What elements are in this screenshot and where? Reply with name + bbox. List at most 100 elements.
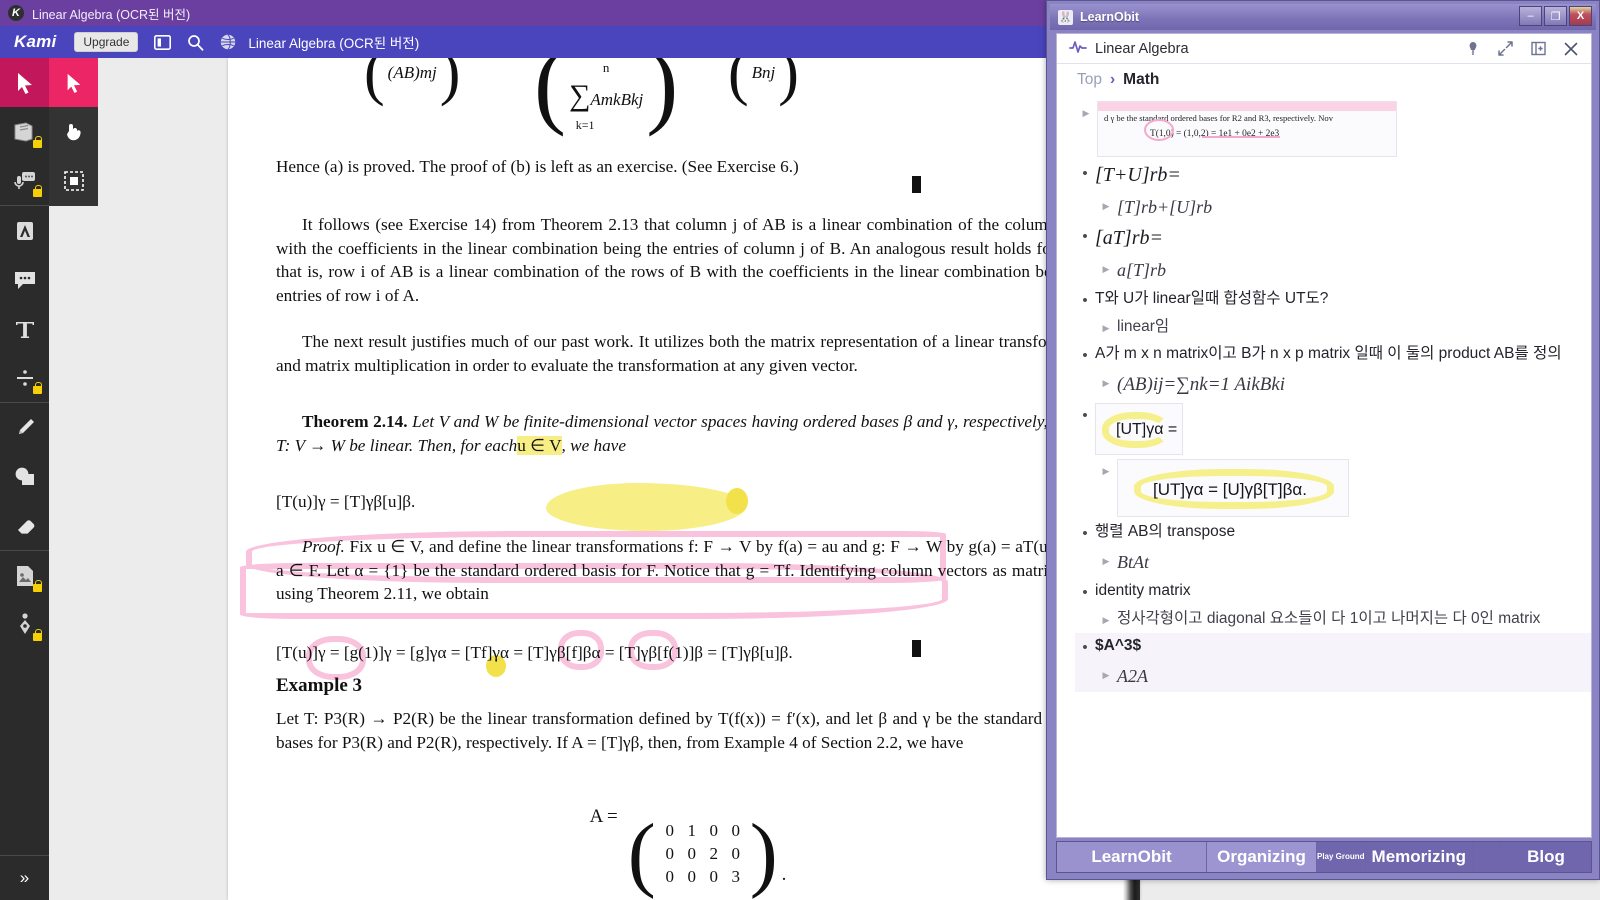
maximize-button[interactable]: ❐ bbox=[1544, 6, 1567, 26]
kami-logo[interactable]: Kami bbox=[14, 32, 56, 52]
expand-triangle-icon[interactable]: ▶ bbox=[1095, 371, 1117, 391]
list-subitem[interactable]: ▶ linear임 bbox=[1075, 314, 1591, 340]
bullet-icon: • bbox=[1082, 583, 1088, 601]
list-subitem[interactable]: ▶ [T]rb+[U]rb bbox=[1075, 192, 1591, 222]
sidebar-toggle-icon[interactable] bbox=[154, 34, 172, 50]
breadcrumb-root[interactable]: Top bbox=[1077, 71, 1102, 89]
tool-signature[interactable] bbox=[0, 600, 49, 649]
doc-matrix-top: ((AB)mj) ( ⋮ n ∑AmkBkj k=1 ) (Bnj) bbox=[276, 58, 1100, 170]
expand-arrows-icon[interactable] bbox=[1493, 41, 1518, 56]
matrix-period: . bbox=[781, 864, 787, 885]
breadcrumb-current[interactable]: Math bbox=[1123, 71, 1159, 89]
expand-triangle-icon[interactable]: ▶ bbox=[1095, 549, 1117, 569]
close-icon[interactable] bbox=[1559, 42, 1583, 56]
clipped-image-answer[interactable]: [UT]γα = [U]γβ[T]βα. bbox=[1117, 458, 1349, 517]
tool-eraser[interactable] bbox=[0, 501, 49, 550]
expand-triangle-icon[interactable]: ▶ bbox=[1095, 316, 1117, 336]
expand-triangle-icon[interactable]: ▶ bbox=[1095, 194, 1117, 214]
kami-tool-rail: » bbox=[0, 58, 49, 900]
bottom-nav-playground[interactable]: Play Ground bbox=[1317, 842, 1366, 872]
split-pane-icon[interactable] bbox=[1526, 41, 1551, 56]
list-item[interactable]: • $A^3$ bbox=[1075, 632, 1591, 662]
bottom-nav-organizing[interactable]: Organizing bbox=[1207, 842, 1317, 872]
item-answer: linear임 bbox=[1117, 318, 1170, 336]
learnobit-title-bar[interactable]: 🐰 LearnObit – ❐ X bbox=[1050, 4, 1596, 30]
item-question: [T+U]rb= bbox=[1095, 164, 1181, 186]
expand-triangle-icon[interactable]: ▶ bbox=[1095, 257, 1117, 277]
clipped-image[interactable]: d γ be the standard ordered bases for R2… bbox=[1097, 101, 1397, 157]
window-controls: – ❐ X bbox=[1519, 6, 1592, 26]
bottom-nav-memorizing[interactable]: Memorizing bbox=[1365, 842, 1473, 872]
doc-example-3: Example 3 Let T: P3(R) → P2(R) be the li… bbox=[276, 673, 1100, 754]
list-subitem[interactable]: ▶ 정사각형이고 diagonal 요소들이 다 1이고 나머지는 다 0인 m… bbox=[1075, 606, 1591, 632]
item-question: $A^3$ bbox=[1095, 636, 1142, 654]
close-button[interactable]: X bbox=[1569, 6, 1592, 26]
doc-theorem-formula: [T(u)]γ = [T]γβ[u]β. bbox=[276, 490, 1100, 514]
list-item[interactable]: • T와 U가 linear일때 합성함수 UT도? bbox=[1075, 286, 1591, 315]
rail-expand-button[interactable]: » bbox=[0, 855, 49, 900]
list-subitem[interactable]: ▶ BtAt bbox=[1075, 547, 1591, 577]
upgrade-button[interactable]: Upgrade bbox=[74, 32, 139, 52]
list-subitem[interactable]: ▶ [UT]γα = [U]γβ[T]βα. bbox=[1075, 457, 1591, 519]
clipped-image-question[interactable]: [UT]γα = bbox=[1095, 402, 1183, 455]
expand-triangle-icon[interactable]: ▶ bbox=[1095, 608, 1117, 628]
tool-cursor-select[interactable] bbox=[0, 58, 49, 107]
kami-document-name: Linear Algebra (OCR된 버전) bbox=[248, 36, 420, 51]
tool-comment[interactable] bbox=[0, 255, 49, 304]
doc-proof-formula: [T(u)]γ = [g(1)]γ = [g]γα = [Tf]γα = [T]… bbox=[276, 641, 1100, 665]
list-subitem[interactable]: ▶ A2A bbox=[1075, 661, 1591, 692]
tool-shapes[interactable] bbox=[0, 452, 49, 501]
clip-pen-underline bbox=[1202, 136, 1280, 138]
learnobit-item-list[interactable]: ▶ d γ be the standard ordered bases for … bbox=[1057, 99, 1591, 837]
list-subitem[interactable]: ▶ a[T]rb bbox=[1075, 255, 1591, 285]
lock-icon bbox=[33, 136, 42, 148]
list-item[interactable]: • [T+U]rb= bbox=[1075, 159, 1591, 192]
tool-pan-hand[interactable] bbox=[49, 107, 98, 156]
learnobit-tab-bar: Linear Algebra bbox=[1057, 34, 1591, 64]
bottom-nav-blog[interactable]: Blog bbox=[1501, 842, 1591, 872]
tool-insert-image[interactable] bbox=[0, 551, 49, 600]
minimize-button[interactable]: – bbox=[1519, 6, 1542, 26]
expand-triangle-icon[interactable]: ▶ bbox=[1075, 101, 1097, 121]
kami-window-title: Linear Algebra (OCR된 버전) bbox=[32, 7, 191, 22]
learnobit-bottom-nav: LearnObit Organizing Play Ground Memoriz… bbox=[1056, 841, 1592, 873]
matrix-top-sum-upper: n bbox=[602, 59, 610, 75]
tool-area-select[interactable] bbox=[49, 156, 98, 205]
matrix-top-sum-body: AmkBkj bbox=[590, 90, 644, 110]
tool-read-aloud[interactable] bbox=[0, 107, 49, 156]
clip-pen-circle bbox=[1144, 119, 1174, 141]
bullet-icon: • bbox=[1082, 291, 1088, 309]
tool-cursor-pointer[interactable] bbox=[49, 58, 98, 107]
bullet-icon: • bbox=[1082, 165, 1088, 182]
list-item[interactable]: • 행렬 AB의 transpose bbox=[1075, 519, 1591, 548]
pin-icon[interactable] bbox=[1461, 41, 1485, 56]
list-item[interactable]: ▶ d γ be the standard ordered bases for … bbox=[1075, 99, 1591, 159]
list-item[interactable]: • identity matrix bbox=[1075, 578, 1591, 607]
bottom-nav-learnobit[interactable]: LearnObit bbox=[1057, 842, 1207, 872]
proof-end-mark bbox=[912, 176, 921, 193]
expand-triangle-icon[interactable]: ▶ bbox=[1095, 663, 1117, 683]
pdf-page[interactable]: ((AB)mj) ( ⋮ n ∑AmkBkj k=1 ) (Bnj) bbox=[228, 58, 1140, 900]
expand-triangle-icon[interactable]: ▶ bbox=[1095, 459, 1117, 479]
tool-text-box[interactable] bbox=[0, 304, 49, 353]
bullet-icon: • bbox=[1082, 524, 1088, 542]
tool-pen[interactable] bbox=[0, 403, 49, 452]
list-subitem[interactable]: ▶ (AB)ij=∑nk=1 AikBki bbox=[1075, 369, 1591, 401]
tool-voice-comment[interactable] bbox=[0, 156, 49, 205]
proof-end-mark bbox=[912, 640, 921, 657]
list-item[interactable]: • [UT]γα = bbox=[1075, 401, 1591, 457]
tool-equation[interactable] bbox=[0, 353, 49, 402]
search-icon[interactable] bbox=[187, 34, 204, 51]
proof-body: Fix u ∈ V, and define the linear transfo… bbox=[276, 537, 1101, 604]
matrix-top-left-cell: (AB)mj bbox=[387, 62, 437, 82]
lock-icon bbox=[33, 629, 42, 641]
item-question: identity matrix bbox=[1095, 581, 1191, 599]
globe-icon[interactable] bbox=[220, 34, 236, 50]
item-question: A가 m x n matrix이고 B가 n x p matrix 일때 이 둘… bbox=[1095, 344, 1562, 362]
breadcrumb: Top › Math bbox=[1057, 64, 1591, 94]
list-item[interactable]: • A가 m x n matrix이고 B가 n x p matrix 일때 이… bbox=[1075, 341, 1591, 370]
tool-text-highlight[interactable] bbox=[0, 206, 49, 255]
item-answer: (AB)ij=∑nk=1 AikBki bbox=[1117, 374, 1286, 396]
list-item[interactable]: • [aT]rb= bbox=[1075, 222, 1591, 255]
lock-icon bbox=[33, 185, 42, 197]
